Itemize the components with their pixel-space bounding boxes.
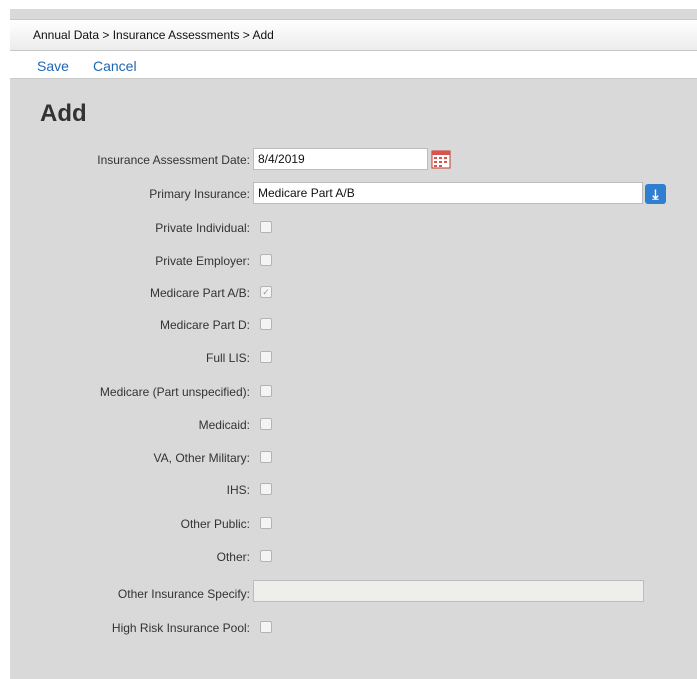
high-risk-pool-label: High Risk Insurance Pool:: [111, 621, 250, 635]
medicaid-checkbox[interactable]: [260, 418, 272, 430]
checkbox-row-va-military: VA, Other Military:: [10, 446, 697, 470]
checkbox-row-medicare-unspecified: Medicare (Part unspecified):: [10, 380, 697, 404]
ihs-label: IHS:: [226, 483, 250, 497]
checkbox-row-private-individual: Private Individual:: [10, 216, 697, 240]
cancel-button[interactable]: Cancel: [93, 58, 137, 74]
checkbox-row-other: Other:: [10, 545, 697, 569]
medicare-d-label: Medicare Part D:: [159, 318, 250, 332]
checkbox-row-high-risk-pool: High Risk Insurance Pool:: [10, 616, 697, 640]
medicare-unspecified-label: Medicare (Part unspecified):: [99, 385, 250, 399]
checkbox-row-medicaid: Medicaid:: [10, 413, 697, 437]
va-military-checkbox[interactable]: [260, 451, 272, 463]
full-lis-checkbox[interactable]: [260, 351, 272, 363]
checkbox-row-medicare-d: Medicare Part D:: [10, 313, 697, 337]
other-public-label: Other Public:: [180, 517, 250, 531]
breadcrumb-text: Annual Data > Insurance Assessments > Ad…: [33, 28, 274, 42]
private-employer-label: Private Employer:: [155, 254, 250, 268]
va-military-label: VA, Other Military:: [153, 451, 250, 465]
medicare-d-checkbox[interactable]: [260, 318, 272, 330]
other-checkbox[interactable]: [260, 550, 272, 562]
checkbox-row-private-employer: Private Employer:: [10, 249, 697, 273]
private-individual-label: Private Individual:: [155, 221, 250, 235]
checkbox-row-ihs: IHS:: [10, 478, 697, 502]
save-button[interactable]: Save: [37, 58, 69, 74]
primary-insurance-label: Primary Insurance:: [149, 187, 250, 201]
checkbox-row-full-lis: Full LIS:: [10, 346, 697, 370]
other-insurance-specify-label: Other Insurance Specify:: [117, 587, 250, 601]
medicare-ab-checkbox[interactable]: ✓: [260, 286, 272, 298]
high-risk-pool-checkbox[interactable]: [260, 621, 272, 633]
checkbox-row-other-public: Other Public:: [10, 512, 697, 536]
content-panel: [10, 9, 697, 679]
assessment-date-label: Insurance Assessment Date:: [97, 153, 250, 167]
assessment-date-field[interactable]: 8/4/2019: [253, 148, 428, 170]
medicare-ab-label: Medicare Part A/B:: [149, 286, 250, 300]
full-lis-label: Full LIS:: [205, 351, 250, 365]
medicare-unspecified-checkbox[interactable]: [260, 385, 272, 397]
private-employer-checkbox[interactable]: [260, 254, 272, 266]
download-arrow-icon[interactable]: ⤓: [645, 184, 666, 204]
other-insurance-specify-input[interactable]: [253, 580, 644, 602]
primary-insurance-select[interactable]: Medicare Part A/B: [253, 182, 643, 204]
private-individual-checkbox[interactable]: [260, 221, 272, 233]
calendar-icon[interactable]: [431, 149, 451, 169]
medicaid-label: Medicaid:: [198, 418, 250, 432]
breadcrumb: Annual Data > Insurance Assessments > Ad…: [10, 19, 697, 51]
other-label: Other:: [216, 550, 250, 564]
other-public-checkbox[interactable]: [260, 517, 272, 529]
toolbar: Save Cancel: [10, 51, 697, 79]
page-title: Add: [40, 100, 87, 127]
checkbox-row-medicare-ab: Medicare Part A/B: ✓: [10, 281, 697, 305]
ihs-checkbox[interactable]: [260, 483, 272, 495]
